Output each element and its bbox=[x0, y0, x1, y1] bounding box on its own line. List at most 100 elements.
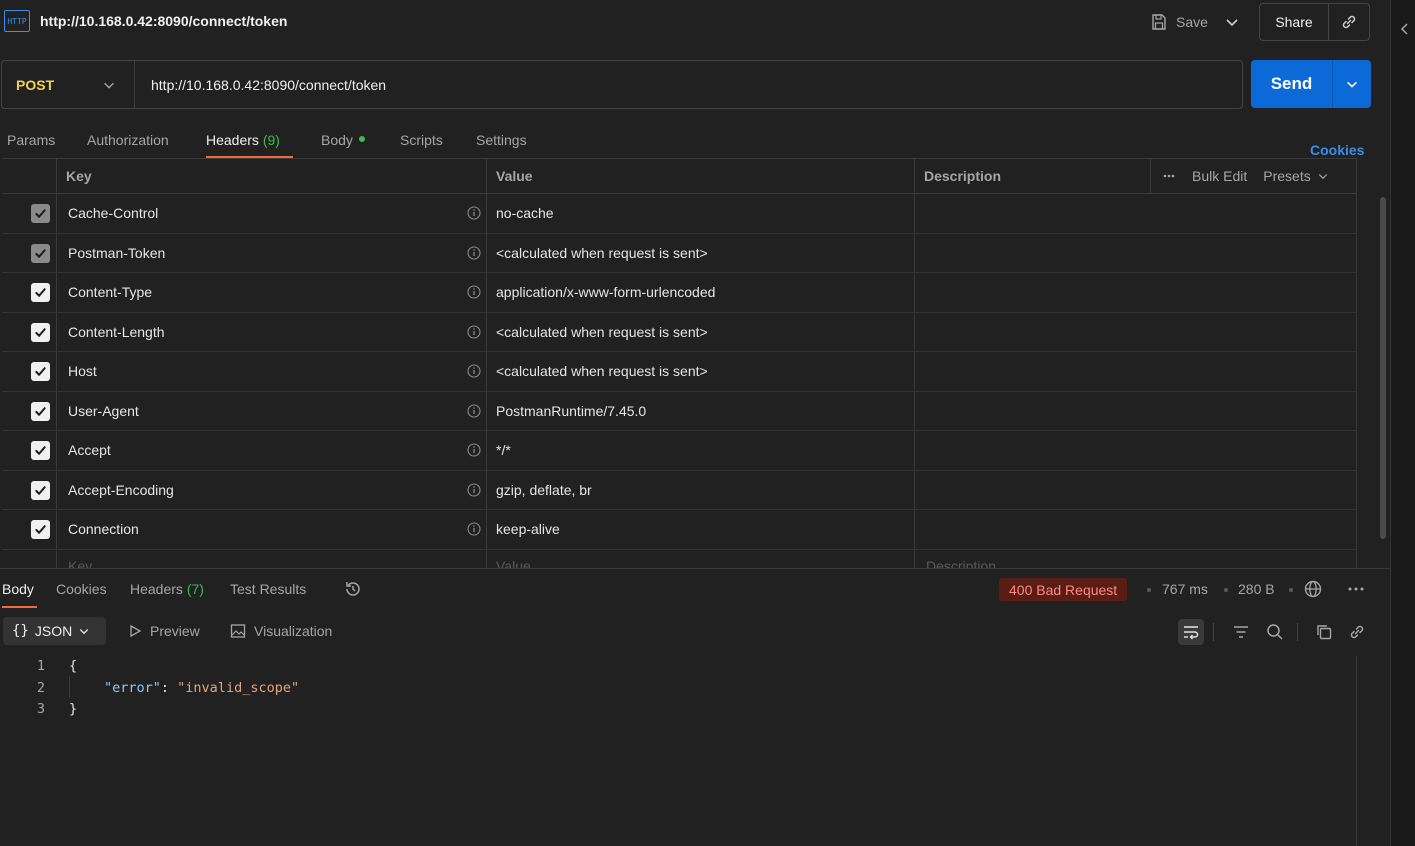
header-value[interactable]: <calculated when request is sent> bbox=[496, 363, 708, 379]
info-icon-wrapper[interactable] bbox=[467, 482, 481, 500]
more-options-icon[interactable] bbox=[1347, 582, 1365, 596]
check-icon bbox=[35, 485, 46, 495]
header-key[interactable]: User-Agent bbox=[68, 403, 139, 419]
copy-button[interactable] bbox=[1311, 619, 1337, 645]
visualization-button[interactable]: Visualization bbox=[230, 623, 332, 639]
info-icon-wrapper[interactable] bbox=[467, 403, 481, 421]
editor-gutter-border bbox=[1356, 656, 1357, 846]
header-value[interactable]: no-cache bbox=[496, 205, 554, 221]
new-value-input[interactable]: Value bbox=[496, 558, 531, 568]
bulk-edit-button[interactable]: Bulk Edit bbox=[1192, 168, 1247, 184]
send-button[interactable]: Send bbox=[1251, 60, 1333, 108]
separator-dot bbox=[1147, 588, 1151, 592]
response-tab-headers[interactable]: Headers (7) bbox=[130, 581, 204, 597]
indent-guide bbox=[69, 676, 70, 698]
header-enabled-checkbox[interactable] bbox=[31, 480, 50, 500]
response-tab-cookies[interactable]: Cookies bbox=[56, 581, 107, 597]
tab-settings[interactable]: Settings bbox=[476, 132, 527, 148]
preview-button[interactable]: Preview bbox=[128, 623, 200, 639]
info-icon-wrapper[interactable] bbox=[467, 206, 481, 223]
header-enabled-checkbox[interactable] bbox=[31, 441, 50, 460]
header-key[interactable]: Cache-Control bbox=[68, 205, 158, 221]
table-row[interactable]: Postman-Token <calculated when request is… bbox=[2, 234, 1357, 273]
vertical-scrollbar[interactable] bbox=[1380, 197, 1386, 539]
header-enabled-checkbox[interactable] bbox=[31, 362, 50, 381]
pane-divider[interactable] bbox=[0, 568, 1390, 569]
method-select[interactable]: POST bbox=[2, 61, 135, 108]
table-row[interactable]: Accept */* bbox=[2, 431, 1357, 471]
share-button[interactable]: Share bbox=[1260, 4, 1329, 40]
response-tab-body[interactable]: Body bbox=[2, 581, 34, 597]
json-value: "invalid_scope" bbox=[177, 680, 300, 696]
header-enabled-checkbox[interactable] bbox=[31, 283, 50, 302]
filter-button[interactable] bbox=[1228, 619, 1254, 645]
header-value[interactable]: PostmanRuntime/7.45.0 bbox=[496, 403, 646, 419]
header-value[interactable]: <calculated when request is sent> bbox=[496, 324, 708, 340]
header-value[interactable]: */* bbox=[496, 442, 511, 458]
request-title[interactable]: http://10.168.0.42:8090/connect/token bbox=[40, 13, 287, 29]
response-size[interactable]: 280 B bbox=[1238, 581, 1275, 597]
header-key[interactable]: Host bbox=[68, 363, 97, 379]
save-button[interactable]: Save bbox=[1150, 10, 1208, 34]
header-value[interactable]: application/x-www-form-urlencoded bbox=[496, 284, 715, 300]
chevron-down-icon bbox=[1347, 81, 1357, 88]
send-options-button[interactable] bbox=[1333, 60, 1371, 108]
tab-body[interactable]: Body bbox=[321, 132, 365, 148]
chevron-left-icon[interactable] bbox=[1399, 22, 1409, 36]
tab-authorization[interactable]: Authorization bbox=[87, 132, 169, 148]
status-badge[interactable]: 400 Bad Request bbox=[999, 578, 1128, 601]
cookies-link[interactable]: Cookies bbox=[1310, 142, 1364, 158]
info-icon-wrapper[interactable] bbox=[467, 364, 481, 381]
response-headers-count: (7) bbox=[186, 581, 204, 597]
new-description-input[interactable]: Description bbox=[926, 558, 996, 568]
table-row[interactable]: Host <calculated when request is sent> bbox=[2, 352, 1357, 392]
table-row[interactable]: User-Agent PostmanRuntime/7.45.0 bbox=[2, 392, 1357, 431]
more-options-icon[interactable] bbox=[1162, 169, 1176, 183]
table-row[interactable]: Connection keep-alive bbox=[2, 510, 1357, 550]
new-key-input[interactable]: Key bbox=[68, 558, 92, 568]
format-select[interactable]: {} JSON bbox=[3, 617, 106, 645]
response-time[interactable]: 767 ms bbox=[1162, 581, 1208, 597]
info-icon-wrapper[interactable] bbox=[467, 443, 481, 460]
info-icon-wrapper[interactable] bbox=[467, 285, 481, 302]
tab-params[interactable]: Params bbox=[7, 132, 55, 148]
header-enabled-checkbox[interactable] bbox=[31, 322, 50, 342]
header-enabled-checkbox[interactable] bbox=[31, 520, 50, 539]
body-modified-dot bbox=[358, 136, 365, 143]
http-request-icon: HTTP bbox=[4, 10, 30, 32]
info-icon-wrapper[interactable] bbox=[467, 324, 481, 342]
table-row[interactable]: Accept-Encoding gzip, deflate, br bbox=[2, 471, 1357, 510]
history-icon[interactable] bbox=[343, 579, 363, 599]
search-button[interactable] bbox=[1262, 619, 1288, 645]
header-key[interactable]: Content-Type bbox=[68, 284, 152, 300]
wrap-lines-button[interactable] bbox=[1178, 619, 1204, 645]
presets-button[interactable]: Presets bbox=[1263, 168, 1328, 184]
tab-headers[interactable]: Headers (9) bbox=[206, 132, 280, 148]
info-icon-wrapper[interactable] bbox=[467, 245, 481, 263]
header-value[interactable]: keep-alive bbox=[496, 521, 560, 537]
globe-icon[interactable] bbox=[1303, 579, 1323, 599]
header-key[interactable]: Postman-Token bbox=[68, 245, 165, 261]
header-key[interactable]: Connection bbox=[68, 521, 139, 537]
copy-link-button[interactable] bbox=[1344, 619, 1370, 645]
share-group: Share bbox=[1259, 3, 1370, 41]
column-divider bbox=[1150, 158, 1151, 194]
info-icon-wrapper[interactable] bbox=[467, 522, 481, 539]
table-row[interactable]: Cache-Control no-cache bbox=[2, 194, 1357, 234]
header-key[interactable]: Accept-Encoding bbox=[68, 482, 174, 498]
response-tab-test-results[interactable]: Test Results bbox=[230, 581, 306, 597]
tab-scripts[interactable]: Scripts bbox=[400, 132, 443, 148]
header-key[interactable]: Content-Length bbox=[68, 324, 165, 340]
header-key[interactable]: Accept bbox=[68, 442, 111, 458]
header-value[interactable]: gzip, deflate, br bbox=[496, 482, 592, 498]
table-row[interactable]: Content-Type application/x-www-form-urlen… bbox=[2, 273, 1357, 313]
table-row[interactable]: Content-Length <calculated when request i… bbox=[2, 313, 1357, 352]
check-icon bbox=[35, 288, 46, 297]
url-input[interactable]: http://10.168.0.42:8090/connect/token bbox=[151, 77, 386, 93]
header-value[interactable]: <calculated when request is sent> bbox=[496, 245, 708, 261]
url-bar: POST http://10.168.0.42:8090/connect/tok… bbox=[1, 60, 1243, 109]
copy-link-button[interactable] bbox=[1329, 4, 1369, 40]
header-enabled-checkbox[interactable] bbox=[31, 401, 50, 421]
save-options-button[interactable] bbox=[1224, 14, 1242, 30]
new-header-row[interactable]: Key Value Description bbox=[2, 548, 1357, 568]
